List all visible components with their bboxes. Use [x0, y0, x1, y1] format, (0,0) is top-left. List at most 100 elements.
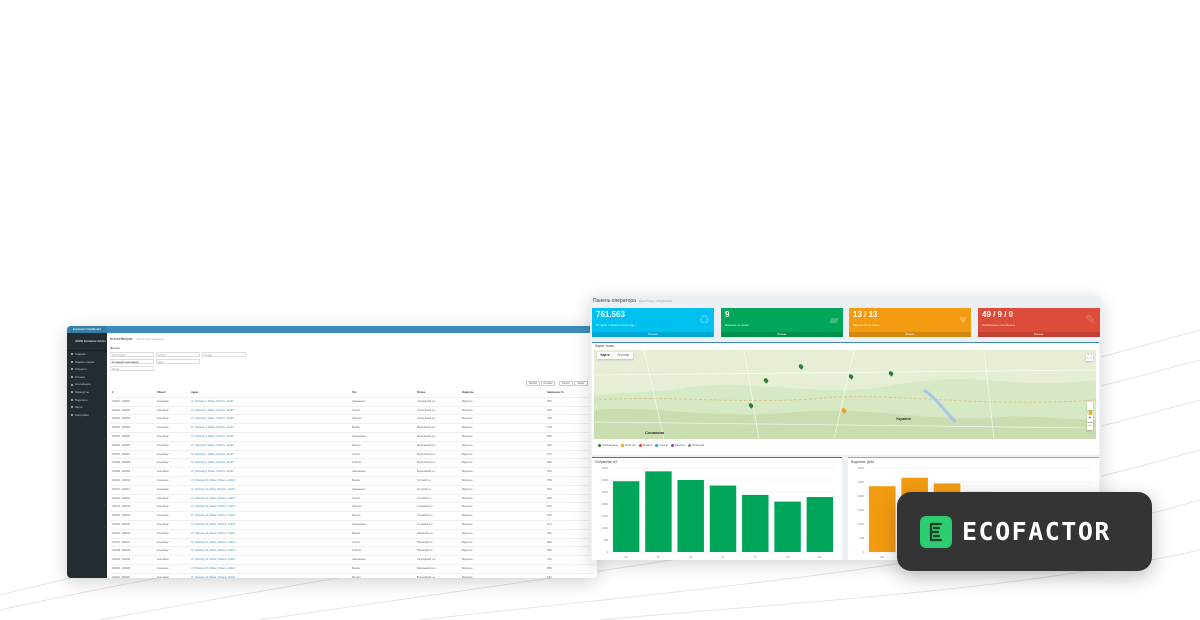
- table-row[interactable]: 100011 - 000011 Контейнер Ул. Приклад 11, …: [110, 486, 594, 495]
- bar[interactable]: [645, 471, 672, 552]
- table-cell: Водитель: [462, 540, 473, 544]
- operator-subtitle: Дашборд оператора: [638, 299, 672, 303]
- table-row[interactable]: 100016 - 000016 Контейнер Ул. Приклад 16, …: [110, 530, 594, 539]
- sidebar-item[interactable]: Панель операт.: [67, 359, 107, 367]
- sidebar-item[interactable]: Объекты: [67, 366, 107, 374]
- map-view[interactable]: Карта Спутник Словакия Україна ⛶ + −: [594, 350, 1096, 439]
- table-row[interactable]: 100009 - 000009 Контейнер Ул. Приклад 9, Р…: [110, 468, 594, 477]
- pegman-icon[interactable]: [1087, 402, 1093, 415]
- bar[interactable]: [774, 501, 801, 552]
- table-cell: Водитель: [462, 461, 473, 465]
- table-row[interactable]: 100006 - 000006 Контейнер Ул. Приклад 6, Р…: [110, 442, 594, 451]
- column-header[interactable]: Объект: [157, 391, 166, 394]
- table-row[interactable]: 100004 - 000004 Контейнер Ул. Приклад 4, Р…: [110, 424, 594, 433]
- table-row[interactable]: 100013 - 000013 Контейнер Ул. Приклад 13, …: [110, 503, 594, 513]
- sidebar-item[interactable]: Отходы: [67, 374, 107, 382]
- kpi-more-link[interactable]: Больше: [721, 332, 843, 337]
- bar[interactable]: [612, 481, 640, 552]
- sidebar-item-label: Водители: [75, 397, 88, 402]
- table-row[interactable]: 100012 - 000012 Контейнер Ул. Приклад 12, …: [110, 495, 594, 504]
- map-tab-map[interactable]: Карта: [597, 352, 613, 359]
- table-cell: Смешанные: [352, 487, 366, 491]
- kpi-drivers-on-shift: 13 / 13 Водителей на смене ♥ Больше: [849, 308, 971, 337]
- kpi-more-link[interactable]: Больше: [978, 332, 1100, 337]
- ecofactor-logo-icon: [920, 516, 952, 548]
- table-cell: 29%: [547, 496, 552, 500]
- table-row[interactable]: 100008 - 000008 Контейнер Ул. Приклад 8, Р…: [110, 459, 594, 469]
- bar[interactable]: [868, 486, 896, 552]
- export-button[interactable]: Экспорт: [526, 381, 540, 386]
- zoom-out-button[interactable]: −: [1087, 423, 1093, 430]
- excel-button[interactable]: Excel: [574, 381, 588, 386]
- table-cell: Водитель: [462, 558, 473, 562]
- table-cell: 100005 - 000005: [112, 434, 131, 438]
- table-cell: 100016 - 000016: [112, 531, 131, 535]
- column-header[interactable]: Тип: [352, 391, 356, 394]
- admin-brand[interactable]: Ecofactor Dashboard: [67, 326, 107, 333]
- table-cell: 100018 - 000018: [112, 549, 131, 553]
- table-cell: Ул. Приклад 10, Район, Область, 04123: [191, 478, 235, 482]
- table-row[interactable]: 100007 - 000007 Контейнер Ул. Приклад 7, Р…: [110, 451, 594, 460]
- filter-region[interactable]: Регион: [202, 352, 246, 357]
- kpi-more-link[interactable]: Больше: [849, 332, 971, 337]
- table-cell: 44%: [547, 575, 552, 578]
- column-header[interactable]: Адрес: [191, 391, 198, 394]
- column-header[interactable]: #: [112, 391, 113, 394]
- table-cell: Ул. Приклад 20, Район, Область, 04123: [191, 566, 235, 570]
- table-row[interactable]: 100001 - 000001 Контейнер Ул. Приклад 1, Р…: [110, 398, 594, 407]
- table-row[interactable]: 100018 - 000018 Контейнер Ул. Приклад 18, …: [110, 547, 594, 557]
- table-cell: Контейнер: [157, 434, 169, 438]
- filter-status[interactable]: Статус: [156, 352, 200, 357]
- table-row[interactable]: 100002 - 000002 Контейнер Ул. Приклад 2, Р…: [110, 407, 594, 416]
- table-row[interactable]: 100010 - 000010 Контейнер Ул. Приклад 10, …: [110, 477, 594, 486]
- table-cell: 100008 - 000008: [112, 461, 131, 465]
- ecofactor-badge: ECOFACTOR: [897, 492, 1152, 571]
- filter-active[interactable]: Активный/ неактивный: [110, 359, 154, 364]
- table-cell: 100012 - 000012: [112, 496, 131, 500]
- map-tab-satellite[interactable]: Спутник: [613, 352, 633, 359]
- column-header[interactable]: Заполнено, %: [547, 391, 563, 394]
- table-row[interactable]: 100020 - 000020 Контейнер Ул. Приклад 20, …: [110, 565, 594, 574]
- table-cell: Водитель: [462, 496, 473, 500]
- table-cell: Контейнер: [157, 470, 169, 474]
- table-row[interactable]: 100015 - 000015 Контейнер Ул. Приклад 15, …: [110, 521, 594, 530]
- table-cell: Водитель: [462, 575, 473, 578]
- admin-topbar: [67, 326, 597, 333]
- map-canvas: [594, 350, 1096, 439]
- zoom-in-button[interactable]: +: [1087, 415, 1093, 422]
- legend-marker-icon: [638, 443, 642, 447]
- sidebar-item[interactable]: Водители: [67, 397, 107, 405]
- kpi-value: 13 / 13: [853, 310, 878, 319]
- table-cell: Водитель: [462, 452, 473, 456]
- menu-icon: [71, 398, 73, 401]
- column-header[interactable]: Водитель: [462, 391, 474, 394]
- kpi-more-link[interactable]: Больше: [592, 332, 714, 337]
- search-input[interactable]: Поиск: [110, 366, 154, 371]
- table-row[interactable]: 100014 - 000014 Контейнер Ул. Приклад 14, …: [110, 512, 594, 521]
- table-cell: 38%: [547, 531, 552, 535]
- table-row[interactable]: 100019 - 000019 Контейнер Ул. Приклад 19, …: [110, 556, 594, 565]
- sidebar-item[interactable]: Карта: [67, 404, 107, 412]
- table-row[interactable]: 100021 - 000021 Контейнер Ул. Приклад 21, …: [110, 574, 594, 578]
- sidebar-item[interactable]: Маршруты: [67, 389, 107, 397]
- table-cell: Контейнер: [157, 461, 169, 465]
- bar[interactable]: [709, 485, 737, 552]
- table-row[interactable]: 100003 - 000003 Контейнер Ул. Приклад 3, Р…: [110, 415, 594, 425]
- filter-waste-type[interactable]: Тип отхода: [110, 352, 154, 357]
- table-cell: Ул. Приклад 21, Район, Область, 04123: [191, 575, 235, 578]
- sidebar-item[interactable]: Настройки: [67, 412, 107, 420]
- column-header[interactable]: Регион: [417, 391, 425, 394]
- bar[interactable]: [677, 480, 704, 552]
- sidebar-item[interactable]: Контейнеры: [67, 381, 107, 389]
- table-row[interactable]: 100005 - 000005 Контейнер Ул. Приклад 5, Р…: [110, 433, 594, 442]
- sidebar-item[interactable]: Главная: [67, 351, 107, 359]
- bar[interactable]: [742, 494, 769, 552]
- filter-date[interactable]: Дата: [156, 359, 200, 364]
- print-button[interactable]: Печать: [559, 381, 573, 386]
- columns-button[interactable]: Колонки: [541, 381, 555, 386]
- table-cell: Бумага: [352, 531, 360, 535]
- chart-collected: 0 500 1000 1500 2000 2500 3000 3500 Пн Вт Ср Чт Пт Сб…: [602, 466, 836, 559]
- table-row[interactable]: 100017 - 000017 Контейнер Ул. Приклад 17, …: [110, 539, 594, 548]
- fullscreen-icon[interactable]: ⛶: [1086, 354, 1093, 361]
- bar[interactable]: [806, 497, 834, 552]
